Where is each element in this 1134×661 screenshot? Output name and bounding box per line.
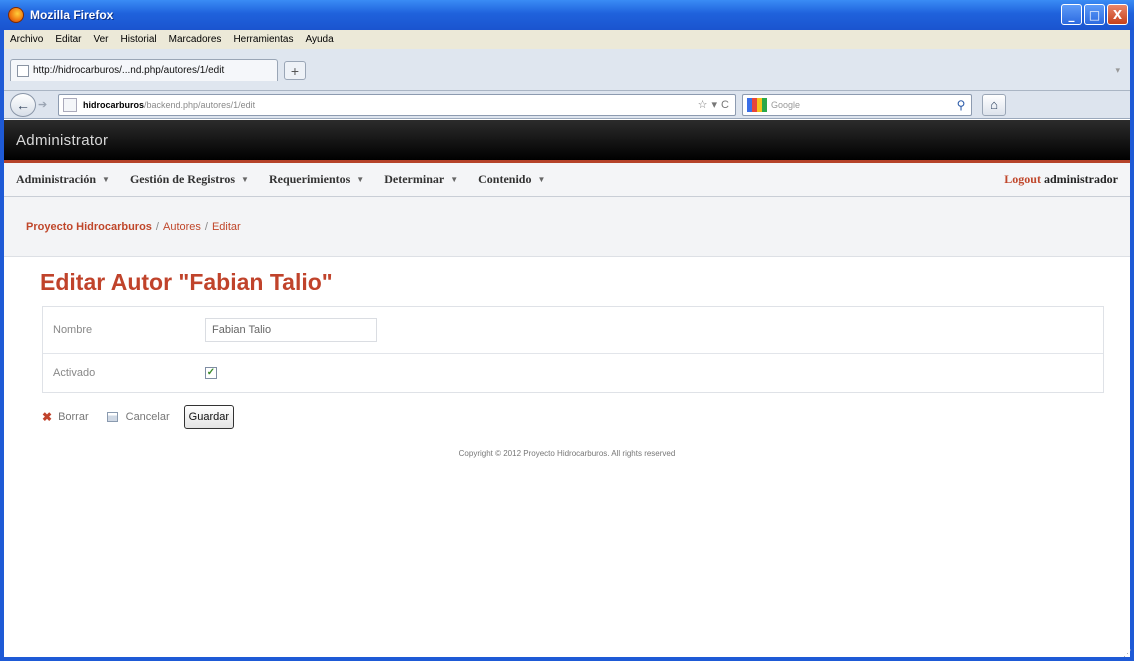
menu-editar[interactable]: Editar (55, 34, 81, 45)
admin-header: Administrator (4, 120, 1130, 163)
main-nav: Administración ▼ Gestión de Registros ▼ Re… (4, 163, 1130, 197)
breadcrumb-separator: / (155, 220, 159, 233)
navigation-bar: ← ➔ hidrocarburos/backend.php/autores/1/… (4, 91, 1130, 119)
browser-tab[interactable]: http://hidrocarburos/...nd.php/autores/1… (10, 59, 278, 81)
search-magnifier-icon[interactable]: ⚲ (951, 98, 971, 112)
breadcrumb-editar[interactable]: Editar (212, 221, 241, 233)
forward-arrow-icon: ➔ (38, 99, 48, 111)
minimize-button[interactable]: _ (1061, 4, 1082, 25)
page-footer: Copyright © 2012 Proyecto Hidrocarburos.… (458, 449, 676, 458)
url-host: hidrocarburos (83, 99, 145, 110)
menu-ver[interactable]: Ver (93, 34, 108, 45)
close-button[interactable]: X (1107, 4, 1128, 25)
delete-x-icon[interactable]: ✖ (42, 410, 52, 424)
nav-requerimientos[interactable]: Requerimientos ▼ (269, 172, 364, 187)
menu-herramientas[interactable]: Herramientas (233, 34, 293, 45)
chevron-down-icon: ▼ (537, 175, 546, 184)
admin-header-title: Administrator (16, 131, 109, 149)
logout-area: Logout administrador (1004, 172, 1118, 187)
form-row-nombre: Nombre (43, 307, 1103, 354)
url-path: /backend.php/autores/1/edit (144, 99, 256, 110)
delete-link[interactable]: Borrar (58, 411, 89, 423)
tab-strip: http://hidrocarburos/...nd.php/autores/1… (4, 49, 1130, 91)
nav-contenido[interactable]: Contenido ▼ (478, 172, 545, 187)
checkmark-icon: ✓ (206, 367, 216, 378)
menu-marcadores[interactable]: Marcadores (169, 34, 222, 45)
menu-ayuda[interactable]: Ayuda (305, 34, 333, 45)
cancel-list-icon[interactable] (106, 412, 118, 422)
tab-title: http://hidrocarburos/...nd.php/autores/1… (33, 65, 225, 76)
maximize-button[interactable]: □ (1084, 4, 1105, 25)
reload-icon[interactable]: C (721, 99, 729, 111)
search-bar[interactable]: Google ⚲ (742, 93, 972, 116)
web-page: Administrator Administración ▼ Gestión de… (4, 120, 1130, 657)
nav-item-label: Contenido (478, 172, 532, 186)
save-button[interactable]: Guardar (183, 405, 235, 429)
page-title: Editar Autor "Fabian Talio" (40, 269, 333, 295)
nav-gestion-registros[interactable]: Gestión de Registros ▼ (130, 172, 249, 187)
window-title: Mozilla Firefox (30, 8, 114, 22)
menu-archivo[interactable]: Archivo (10, 34, 43, 45)
nav-item-label: Administración (16, 172, 97, 186)
home-icon: ⌂ (990, 97, 998, 112)
nombre-label: Nombre (53, 324, 93, 336)
nombre-input[interactable] (205, 318, 377, 342)
nav-item-label: Requerimientos (268, 172, 351, 186)
new-tab-button[interactable]: + (284, 61, 306, 80)
url-bar[interactable]: hidrocarburos/backend.php/autores/1/edit… (58, 93, 736, 116)
activado-label: Activado (53, 367, 96, 379)
site-identity-icon[interactable] (63, 97, 77, 112)
firefox-logo-icon (8, 7, 24, 23)
edit-form: Nombre Activado ✓ (42, 306, 1104, 393)
form-row-activado: Activado ✓ (43, 354, 1103, 392)
url-dropdown-icon[interactable]: ▾ (712, 98, 718, 111)
chevron-down-icon: ▼ (356, 175, 365, 184)
menu-bar: Archivo Editar Ver Historial Marcadores … (4, 30, 1130, 49)
breadcrumb-separator: / (204, 220, 208, 233)
cancel-link[interactable]: Cancelar (126, 411, 170, 423)
title-bar[interactable]: Mozilla Firefox _ □ X (0, 0, 1134, 30)
breadcrumb-home[interactable]: Proyecto Hidrocarburos (26, 221, 152, 233)
home-button[interactable]: ⌂ (982, 93, 1006, 116)
resize-grip-icon[interactable]: ⋰ (1123, 648, 1132, 659)
chevron-down-icon: ▼ (450, 175, 459, 184)
breadcrumb-autores[interactable]: Autores (163, 221, 201, 233)
forward-button[interactable]: ➔ (38, 98, 54, 111)
current-user: administrador (1043, 172, 1118, 186)
form-actions: ✖ Borrar Cancelar Guardar (42, 405, 1130, 429)
nav-determinar[interactable]: Determinar ▼ (384, 172, 458, 187)
breadcrumb: Proyecto Hidrocarburos / Autores / Edita… (4, 197, 1130, 257)
nav-item-label: Determinar (384, 172, 445, 186)
nav-administracion[interactable]: Administración ▼ (16, 172, 110, 187)
bookmark-star-icon[interactable]: ☆ (698, 98, 708, 111)
nav-item-label: Gestión de Registros (129, 172, 236, 186)
google-search-engine-icon[interactable] (747, 97, 767, 112)
page-favicon-icon (17, 64, 29, 77)
back-button[interactable]: ← (10, 92, 36, 117)
activado-checkbox[interactable]: ✓ (205, 367, 217, 379)
main-content: Editar Autor "Fabian Talio" Nombre Activ… (4, 257, 1130, 458)
chevron-down-icon: ▼ (241, 175, 249, 184)
menu-historial[interactable]: Historial (121, 34, 157, 45)
back-arrow-icon: ← (16, 96, 30, 113)
logout-link[interactable]: Logout (1004, 172, 1041, 186)
tab-list-icon[interactable]: ▾ (1115, 65, 1120, 76)
search-placeholder: Google (771, 99, 801, 110)
chevron-down-icon: ▼ (102, 175, 110, 184)
